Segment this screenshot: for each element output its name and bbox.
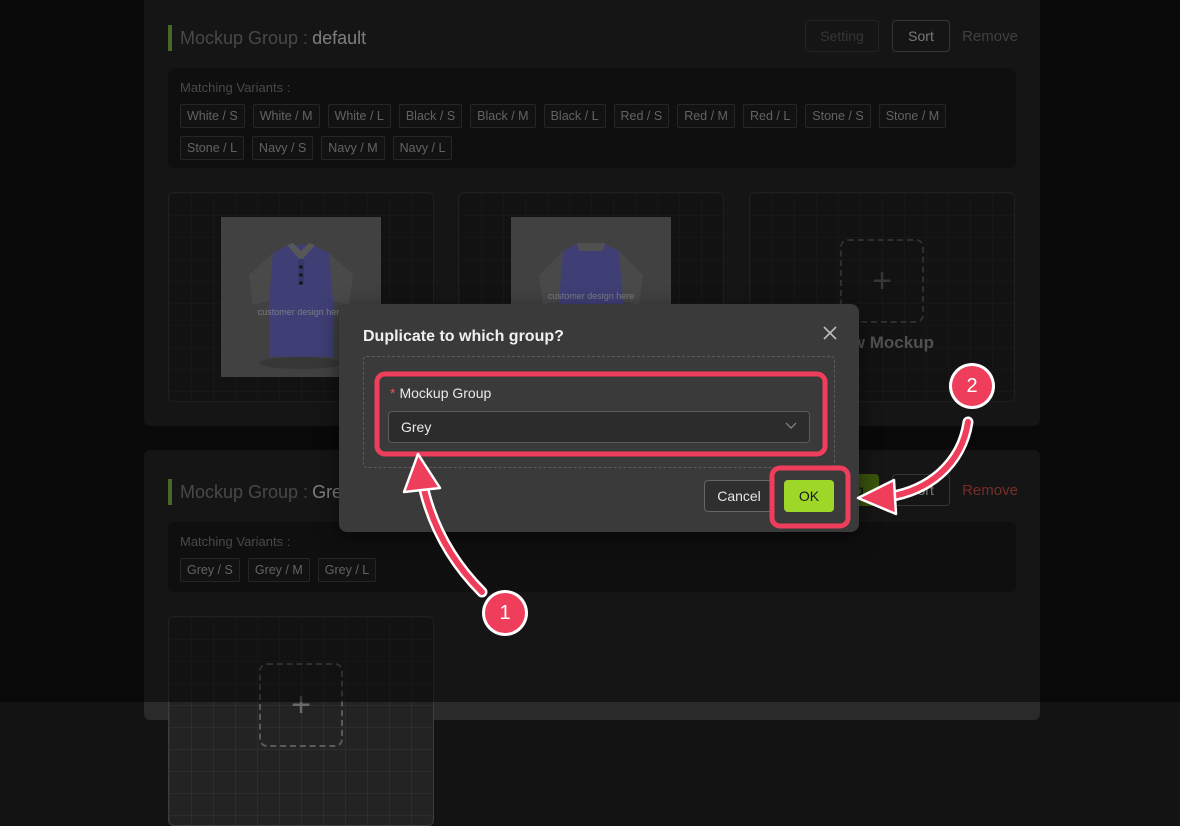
field-label-text: Mockup Group (399, 385, 492, 401)
dialog-title: Duplicate to which group? (363, 328, 564, 345)
step-2-badge: 2 (952, 366, 992, 406)
step-1-badge: 1 (485, 593, 525, 633)
mockup-group-field-label: * Mockup Group (390, 385, 491, 401)
chevron-down-icon (785, 419, 797, 434)
mockup-groups-page: Mockup Group : default Setting Sort Remo… (0, 0, 1180, 826)
duplicate-group-dialog: Duplicate to which group? * Mockup Group … (339, 304, 859, 532)
mockup-group-select[interactable]: Grey (388, 411, 810, 443)
required-mark: * (390, 385, 396, 401)
cancel-button[interactable]: Cancel (704, 480, 774, 512)
dialog-form: * Mockup Group Grey (363, 356, 835, 468)
selected-group-value: Grey (401, 419, 432, 435)
close-icon[interactable] (819, 322, 841, 344)
ok-button[interactable]: OK (784, 480, 834, 512)
